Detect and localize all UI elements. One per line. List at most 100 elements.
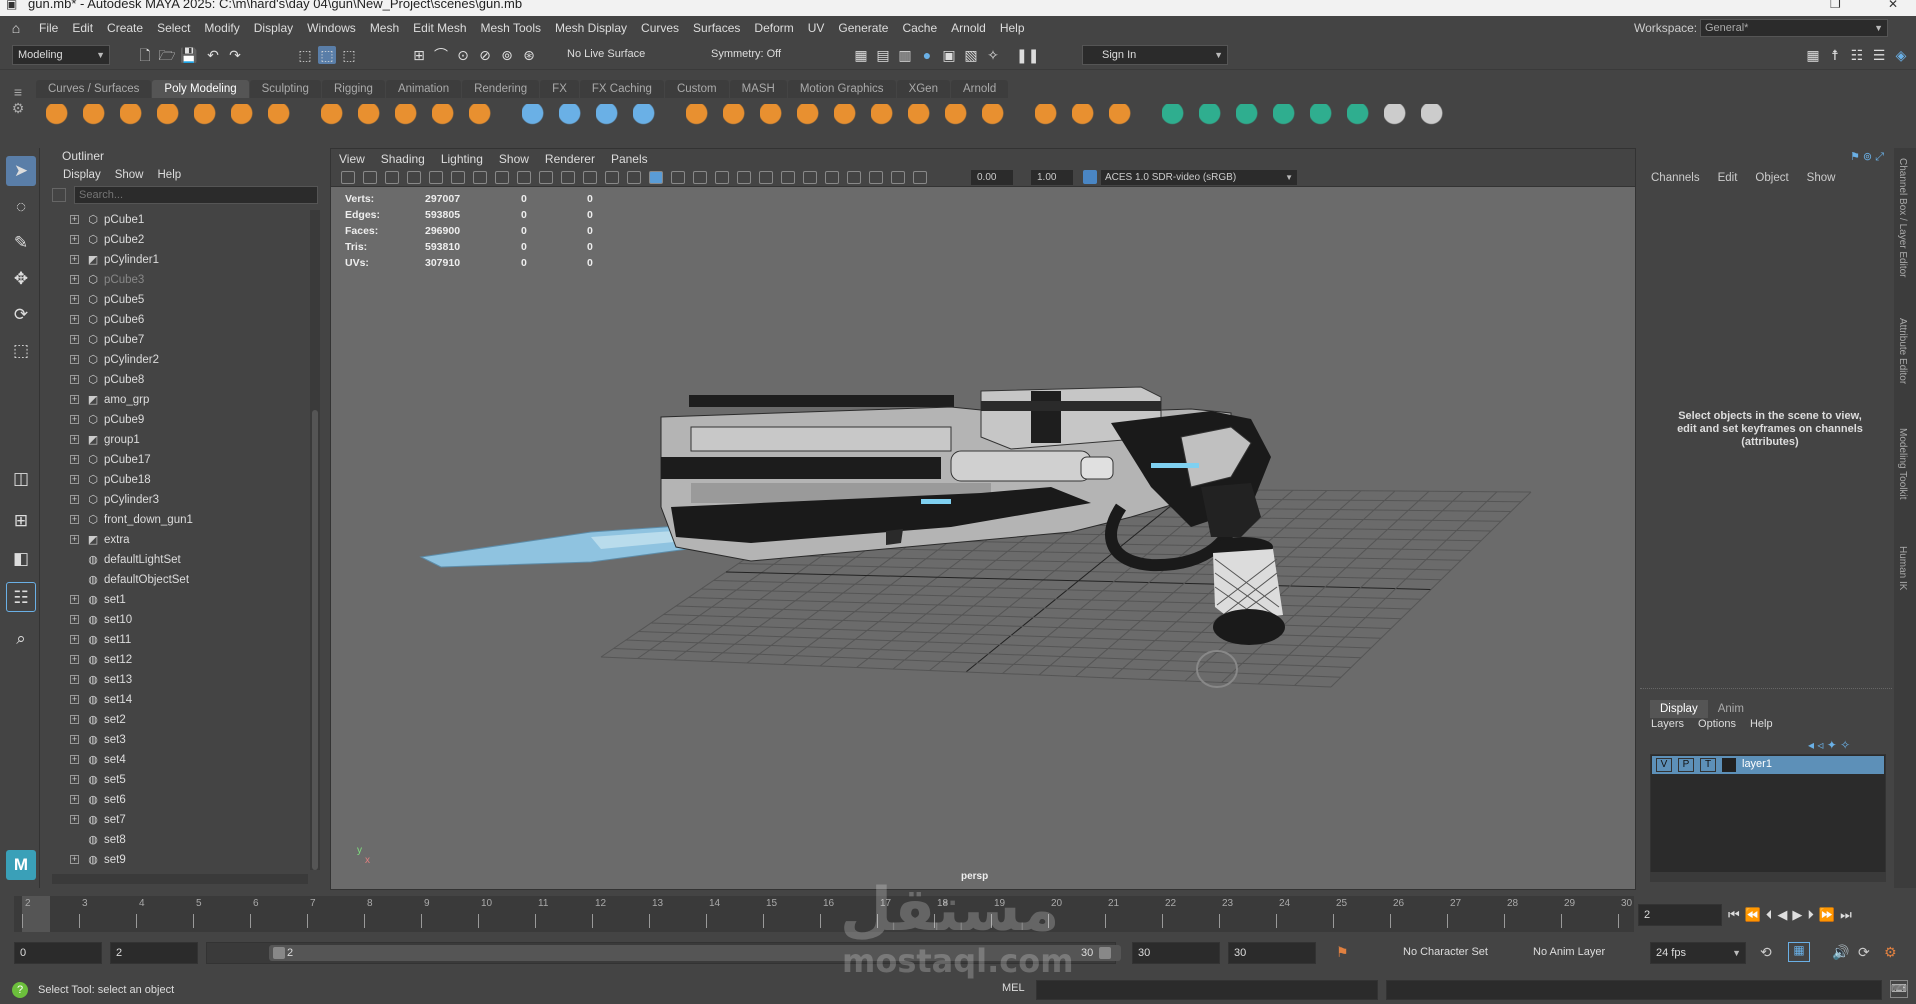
menu-create[interactable]: Create	[100, 16, 150, 40]
duplicate-face-icon[interactable]	[1199, 104, 1225, 130]
side-tab-modeling-toolkit[interactable]: Modeling Toolkit	[1897, 428, 1908, 500]
play-forward-icon[interactable]: ▶	[1792, 907, 1802, 923]
fps-select[interactable]: 24 fps ▼	[1650, 942, 1746, 964]
outliner-filter-icon[interactable]	[52, 188, 66, 202]
outliner-item[interactable]: ◍ set8	[48, 830, 308, 850]
outliner-item[interactable]: + ⬡ pCube2	[48, 230, 308, 250]
new-scene-icon[interactable]: 🗋	[136, 46, 154, 64]
menu-curves[interactable]: Curves	[634, 16, 686, 40]
safe-title-icon[interactable]	[605, 171, 619, 184]
save-scene-icon[interactable]: 💾	[180, 46, 198, 64]
workspace-select[interactable]: General* ▼	[1700, 19, 1888, 37]
single-view-icon[interactable]: ◫	[6, 464, 36, 494]
type-icon[interactable]	[432, 104, 458, 130]
panel-splitter[interactable]	[1640, 688, 1892, 694]
safe-action-icon[interactable]	[583, 171, 597, 184]
channel-menu-channels[interactable]: Channels	[1642, 168, 1709, 188]
shelf-tab-rendering[interactable]: Rendering	[462, 80, 540, 98]
outliner-item[interactable]: + ◍ set12	[48, 650, 308, 670]
color-space-select[interactable]: ACES 1.0 SDR-video (sRGB) ▼	[1101, 170, 1297, 185]
shelf-tab-xgen[interactable]: XGen	[896, 80, 950, 98]
expand-icon[interactable]: +	[70, 235, 79, 244]
gamma-field[interactable]: 1.00	[1031, 170, 1073, 185]
motion-blur-icon[interactable]	[781, 171, 795, 184]
snap-curve-icon[interactable]: ⌒	[432, 46, 450, 64]
expand-icon[interactable]: +	[70, 295, 79, 304]
attribute-editor-icon[interactable]: ☷	[1848, 46, 1866, 64]
expand-icon[interactable]: +	[70, 395, 79, 404]
open-scene-icon[interactable]: 🗁	[158, 46, 176, 64]
snap-view-icon[interactable]: ⊘	[476, 46, 494, 64]
outliner-item[interactable]: + ◩ group1	[48, 430, 308, 450]
close-icon[interactable]: ✕	[1888, 0, 1898, 11]
shelf-tab-curves-surfaces[interactable]: Curves / Surfaces	[36, 80, 152, 98]
go-to-end-icon[interactable]: ⏭	[1840, 907, 1852, 923]
expand-icon[interactable]: +	[70, 635, 79, 644]
viewport-scene[interactable]	[331, 187, 1635, 887]
outliner-item[interactable]: + ⬡ pCube9	[48, 410, 308, 430]
layer-tab-anim[interactable]: Anim	[1708, 700, 1754, 718]
auto-key-icon[interactable]: ⚑	[1336, 944, 1349, 961]
menu-modify[interactable]: Modify	[197, 16, 246, 40]
current-frame-field[interactable]: 2	[1638, 904, 1722, 926]
expand-icon[interactable]: +	[70, 715, 79, 724]
expand-icon[interactable]: +	[70, 415, 79, 424]
playback-start-field[interactable]: 2	[110, 942, 198, 964]
xray-joints-icon[interactable]	[869, 171, 883, 184]
outliner-item[interactable]: + ⬡ pCylinder2	[48, 350, 308, 370]
search-icon[interactable]: ⌕	[6, 624, 36, 654]
outliner-item[interactable]: + ◩ pCylinder1	[48, 250, 308, 270]
outliner-scrollbar[interactable]	[310, 210, 320, 870]
fill-hole-icon[interactable]	[834, 104, 860, 130]
character-set-select[interactable]: No Character Set	[1380, 942, 1510, 964]
menu-select[interactable]: Select	[150, 16, 197, 40]
channel-box-icon[interactable]: ◈	[1892, 46, 1910, 64]
layer-display-type-toggle[interactable]: T	[1700, 758, 1716, 772]
append-icon[interactable]	[797, 104, 823, 130]
outliner-item[interactable]: ◍ defaultObjectSet	[48, 570, 308, 590]
target-weld-icon[interactable]	[1072, 104, 1098, 130]
expand-icon[interactable]: +	[70, 595, 79, 604]
expand-icon[interactable]: +	[70, 495, 79, 504]
side-tab-human-ik[interactable]: Human IK	[1897, 546, 1908, 590]
snap-point-icon[interactable]: ⊙	[454, 46, 472, 64]
delete-edge-icon[interactable]	[1421, 104, 1447, 130]
layer-row[interactable]: V P T layer1	[1652, 756, 1884, 774]
expand-icon[interactable]: +	[70, 535, 79, 544]
sound-icon[interactable]: 🔊	[1832, 944, 1849, 961]
loop-icon[interactable]: ⟲	[1760, 944, 1772, 961]
aa-icon[interactable]	[803, 171, 817, 184]
poke-icon[interactable]	[1273, 104, 1299, 130]
outliner-item[interactable]: + ⬡ pCube1	[48, 210, 308, 230]
expand-icon[interactable]: +	[70, 315, 79, 324]
cube-icon[interactable]	[83, 104, 109, 130]
outliner-item[interactable]: + ◩ amo_grp	[48, 390, 308, 410]
isolate-icon[interactable]	[825, 171, 839, 184]
viewport-menu-show[interactable]: Show	[491, 149, 537, 169]
merge-icon[interactable]	[871, 104, 897, 130]
menu-surfaces[interactable]: Surfaces	[686, 16, 747, 40]
outliner-item[interactable]: + ⬡ pCube6	[48, 310, 308, 330]
xray-active-icon[interactable]	[891, 171, 905, 184]
outliner-item[interactable]: + ⬡ pCube17	[48, 450, 308, 470]
expand-icon[interactable]: +	[70, 795, 79, 804]
mirror-icon[interactable]	[908, 104, 934, 130]
extract-icon[interactable]	[1162, 104, 1188, 130]
render-settings-icon[interactable]: ▥	[896, 46, 914, 64]
menu-generate[interactable]: Generate	[831, 16, 895, 40]
script-editor-icon[interactable]: ⌨	[1890, 980, 1908, 998]
outliner-item[interactable]: + ◍ set4	[48, 750, 308, 770]
shadows-icon[interactable]	[737, 171, 751, 184]
cone-icon[interactable]	[157, 104, 183, 130]
outliner-item[interactable]: + ⬡ pCube7	[48, 330, 308, 350]
expand-icon[interactable]: +	[70, 455, 79, 464]
step-back-key-icon[interactable]: ⏪	[1745, 907, 1761, 923]
layer-menu-help[interactable]: Help	[1743, 718, 1780, 730]
bridge-icon[interactable]	[760, 104, 786, 130]
select-hierarchy-icon[interactable]: ⬚	[296, 46, 314, 64]
shade-wireframe-icon[interactable]	[671, 171, 685, 184]
help-icon[interactable]: ?	[12, 982, 28, 998]
outliner-item[interactable]: + ◩ extra	[48, 530, 308, 550]
expand-icon[interactable]: +	[70, 855, 79, 864]
step-forward-frame-icon[interactable]: ⏵	[1807, 907, 1814, 923]
